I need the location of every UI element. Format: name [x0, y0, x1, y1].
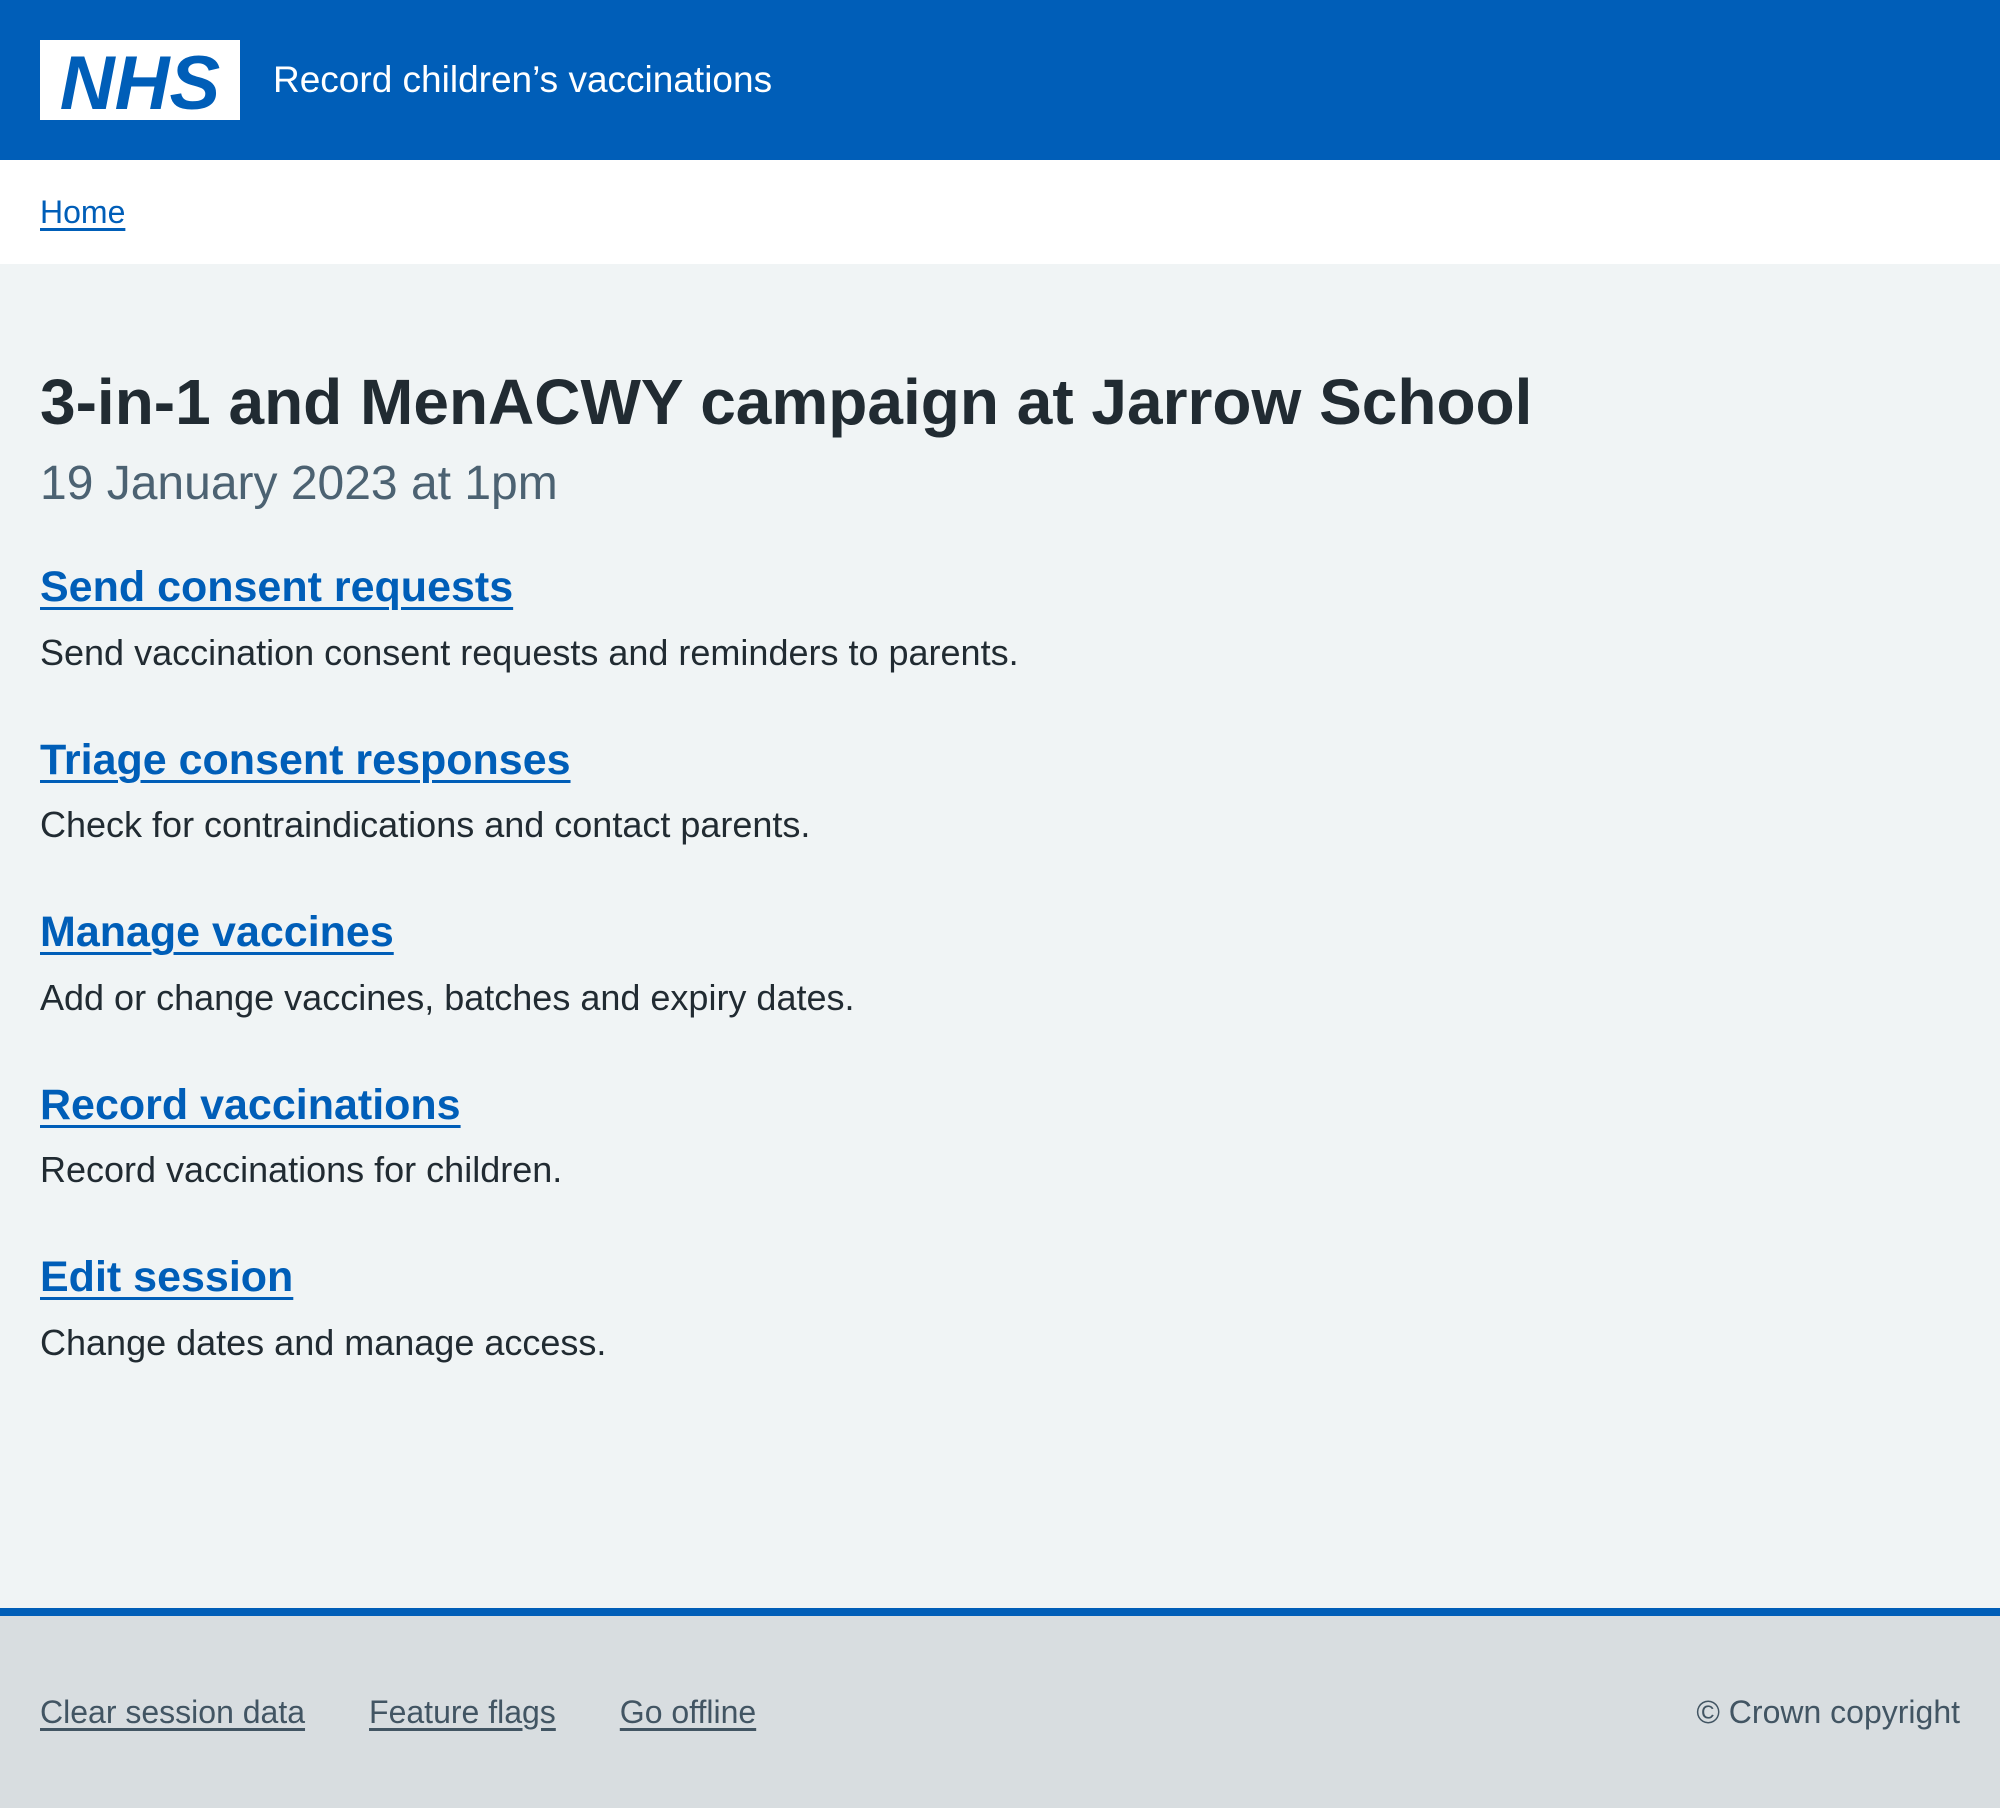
clear-session-data-link[interactable]: Clear session data	[40, 1694, 305, 1731]
manage-vaccines-link[interactable]: Manage vaccines	[40, 907, 394, 959]
triage-consent-responses-description: Check for contraindications and contact …	[40, 804, 811, 846]
site-header: NHS Record children’s vaccinations	[0, 0, 2000, 160]
site-footer: Clear session data Feature flags Go offl…	[0, 1608, 2000, 1808]
record-vaccinations-description: Record vaccinations for children.	[40, 1149, 563, 1191]
feature-flags-link[interactable]: Feature flags	[369, 1694, 556, 1731]
main-content: 3-in-1 and MenACWY campaign at Jarrow Sc…	[0, 264, 2000, 1608]
action-item-triage-consent-responses: Triage consent responses Check for contr…	[40, 735, 1960, 849]
footer-links: Clear session data Feature flags Go offl…	[40, 1694, 756, 1731]
nhs-logo[interactable]: NHS	[40, 40, 240, 120]
go-offline-link[interactable]: Go offline	[620, 1694, 756, 1731]
breadcrumb-home-link[interactable]: Home	[40, 194, 125, 231]
action-item-edit-session: Edit session Change dates and manage acc…	[40, 1252, 1960, 1366]
edit-session-link[interactable]: Edit session	[40, 1252, 293, 1304]
send-consent-requests-link[interactable]: Send consent requests	[40, 562, 513, 614]
page-title: 3-in-1 and MenACWY campaign at Jarrow Sc…	[40, 366, 1533, 438]
action-item-manage-vaccines: Manage vaccines Add or change vaccines, …	[40, 907, 1960, 1021]
edit-session-description: Change dates and manage access.	[40, 1321, 607, 1363]
triage-consent-responses-link[interactable]: Triage consent responses	[40, 735, 571, 787]
copyright-notice: © Crown copyright	[1696, 1693, 1960, 1730]
session-date-caption: 19 January 2023 at 1pm	[40, 456, 558, 510]
manage-vaccines-description: Add or change vaccines, batches and expi…	[40, 976, 855, 1018]
nhs-logo-text: NHS	[60, 41, 220, 120]
action-item-record-vaccinations: Record vaccinations Record vaccinations …	[40, 1080, 1960, 1194]
send-consent-requests-description: Send vaccination consent requests and re…	[40, 631, 1019, 673]
action-item-send-consent-requests: Send consent requests Send vaccination c…	[40, 562, 1960, 676]
record-vaccinations-link[interactable]: Record vaccinations	[40, 1080, 461, 1132]
service-name-link[interactable]: Record children’s vaccinations	[273, 59, 772, 101]
breadcrumb: Home	[0, 160, 2000, 264]
action-list: Send consent requests Send vaccination c…	[40, 562, 1960, 1366]
